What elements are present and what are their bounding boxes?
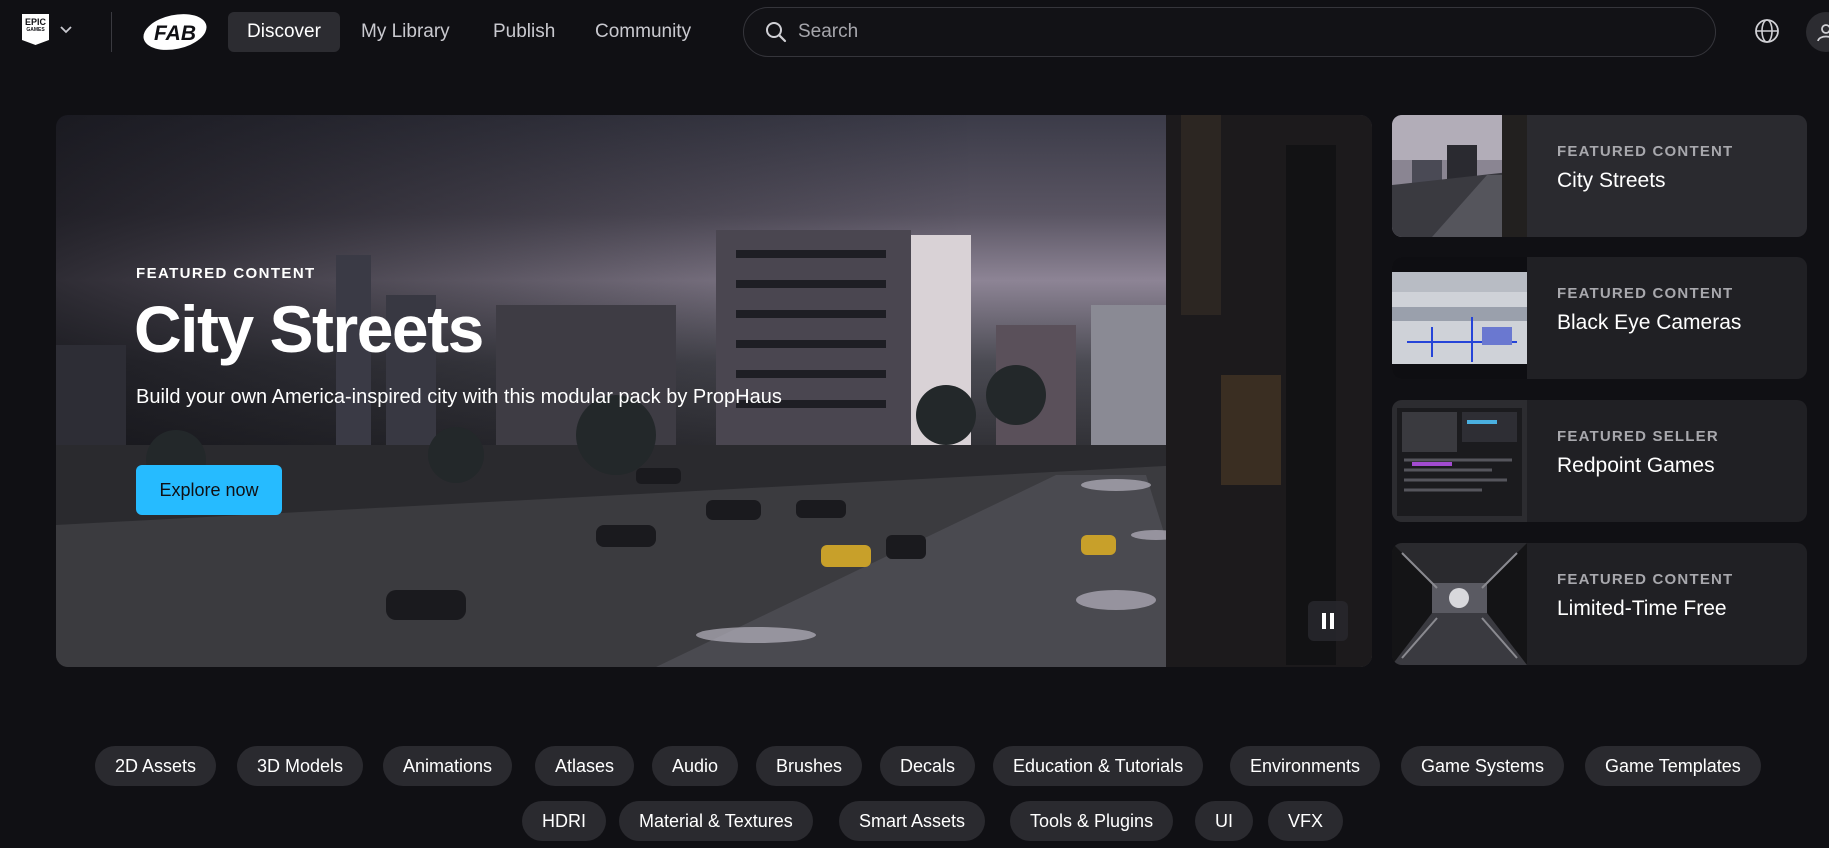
tab-discover-label: Discover — [247, 21, 321, 42]
side-card-city-streets[interactable]: FEATURED CONTENT City Streets — [1392, 115, 1807, 237]
category-chip-animations[interactable]: Animations — [383, 746, 513, 786]
side-card-thumbnail — [1392, 115, 1527, 237]
side-card-redpoint-games[interactable]: FEATURED SELLER Redpoint Games — [1392, 400, 1807, 522]
category-chip-2d-assets[interactable]: 2D Assets — [95, 746, 217, 786]
epic-logo-text: EPIC — [24, 17, 46, 27]
epic-games-logo[interactable]: EPIC GAMES — [22, 14, 49, 45]
hero-banner[interactable]: FEATURED CONTENT City Streets Build your… — [56, 115, 1372, 667]
fab-logo[interactable]: FAB — [142, 13, 208, 51]
tab-my-library-label: My Library — [361, 21, 450, 42]
category-chip-audio[interactable]: Audio — [652, 746, 739, 786]
category-chip-game-systems[interactable]: Game Systems — [1401, 746, 1565, 786]
search-box[interactable] — [743, 7, 1716, 57]
side-card-title: Black Eye Cameras — [1557, 311, 1742, 334]
category-chip-3d-models[interactable]: 3D Models — [237, 746, 364, 786]
side-card-thumbnail — [1392, 543, 1527, 665]
hero-eyebrow: FEATURED CONTENT — [136, 265, 316, 282]
tab-publish-label: Publish — [493, 21, 556, 42]
tab-publish[interactable]: Publish — [474, 12, 574, 52]
user-icon[interactable] — [1806, 12, 1829, 52]
hero-subtitle: Build your own America-inspired city wit… — [136, 386, 782, 408]
side-card-eyebrow: FEATURED CONTENT — [1557, 571, 1734, 588]
category-chip-education-tutorials[interactable]: Education & Tutorials — [993, 746, 1204, 786]
tab-my-library[interactable]: My Library — [342, 12, 469, 52]
category-chip-decals[interactable]: Decals — [880, 746, 976, 786]
explore-now-button[interactable]: Explore now — [136, 465, 282, 515]
pause-icon[interactable] — [1308, 601, 1348, 641]
category-chip-vfx[interactable]: VFX — [1268, 801, 1344, 841]
side-card-black-eye-cameras[interactable]: FEATURED CONTENT Black Eye Cameras — [1392, 257, 1807, 379]
search-input[interactable] — [798, 21, 1678, 43]
fab-logo-text: FAB — [154, 22, 196, 45]
side-card-title: Limited-Time Free — [1557, 597, 1727, 620]
side-card-limited-time-free[interactable]: FEATURED CONTENT Limited-Time Free — [1392, 543, 1807, 665]
side-card-title: City Streets — [1557, 169, 1666, 192]
side-card-title: Redpoint Games — [1557, 454, 1715, 477]
tab-discover[interactable]: Discover — [228, 12, 340, 52]
epic-logo-subtext: GAMES — [26, 27, 45, 33]
category-chip-tools-plugins[interactable]: Tools & Plugins — [1010, 801, 1174, 841]
category-chip-smart-assets[interactable]: Smart Assets — [839, 801, 986, 841]
side-card-eyebrow: FEATURED CONTENT — [1557, 285, 1734, 302]
category-chip-environments[interactable]: Environments — [1230, 746, 1381, 786]
category-chip-ui[interactable]: UI — [1195, 801, 1253, 841]
tab-community[interactable]: Community — [576, 12, 710, 52]
globe-icon[interactable] — [1752, 16, 1782, 46]
side-card-thumbnail — [1392, 400, 1527, 522]
category-chip-brushes[interactable]: Brushes — [756, 746, 863, 786]
hero-title: City Streets — [134, 292, 484, 366]
side-card-eyebrow: FEATURED SELLER — [1557, 428, 1719, 445]
category-chip-hdri[interactable]: HDRI — [522, 801, 606, 841]
category-chip-game-templates[interactable]: Game Templates — [1585, 746, 1761, 786]
chevron-down-icon[interactable] — [58, 22, 74, 38]
tab-community-label: Community — [595, 21, 692, 42]
search-icon — [764, 20, 788, 44]
category-chip-material-textures[interactable]: Material & Textures — [619, 801, 813, 841]
side-card-eyebrow: FEATURED CONTENT — [1557, 143, 1734, 160]
side-card-thumbnail — [1392, 257, 1527, 379]
category-chip-atlases[interactable]: Atlases — [535, 746, 635, 786]
top-navigation-bar: EPIC GAMES FAB Discover My Library Publi… — [0, 0, 1829, 64]
nav-divider — [111, 12, 112, 52]
